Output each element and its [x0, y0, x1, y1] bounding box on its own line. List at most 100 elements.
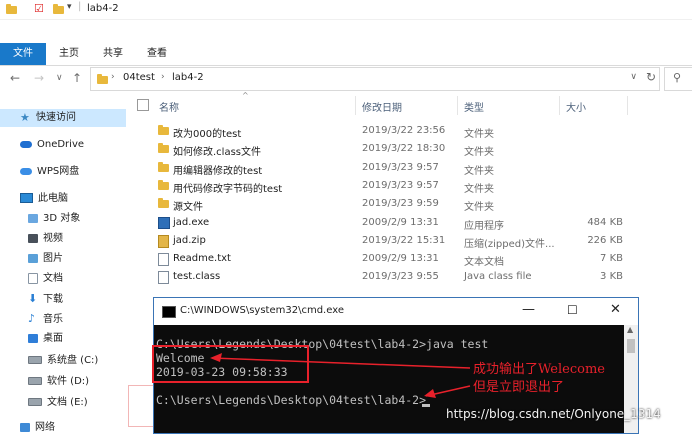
folder-icon — [158, 125, 169, 135]
file-type: Java class file — [464, 271, 532, 282]
cloud-icon — [20, 140, 32, 148]
file-size: 484 KB — [587, 217, 623, 228]
new-folder-icon[interactable] — [53, 4, 64, 14]
column-header-name[interactable]: 名称 — [159, 99, 179, 114]
scroll-up-icon[interactable]: ▲ — [627, 325, 633, 334]
file-name: 用代码修改字节码的test — [173, 184, 283, 195]
list-item[interactable]: jad.zip 2019/3/22 15:31 压缩(zipped)文件... … — [133, 232, 692, 251]
recent-locations-icon[interactable]: ∨ — [56, 73, 63, 83]
sidebar-item-desktop[interactable]: 桌面 — [28, 330, 63, 348]
folder-icon — [6, 4, 17, 14]
sidebar-item-quick-access[interactable]: ★ 快速访问 — [0, 109, 126, 127]
close-button[interactable]: ✕ — [610, 302, 621, 317]
search-icon[interactable]: ⚲ — [673, 71, 681, 84]
sidebar-item-this-pc[interactable]: 此电脑 — [20, 190, 68, 208]
back-icon[interactable]: ← — [10, 71, 20, 85]
minimize-button[interactable]: — — [522, 302, 535, 317]
maximize-button[interactable]: ☐ — [567, 303, 578, 317]
column-header-date[interactable]: 修改日期 — [362, 99, 402, 114]
list-item[interactable]: 用编辑器修改的test 2019/3/23 9:57 文件夹 — [133, 159, 692, 178]
sidebar-item-documents[interactable]: 文档 — [28, 270, 63, 288]
chevron-right-icon[interactable]: › — [161, 72, 165, 82]
file-date: 2009/2/9 13:31 — [362, 217, 439, 228]
file-size: 3 KB — [600, 271, 623, 282]
file-type: 文件夹 — [464, 129, 494, 140]
sidebar-item-video[interactable]: 视频 — [28, 230, 63, 248]
list-item[interactable]: test.class 2019/3/23 9:55 Java class fil… — [133, 268, 692, 287]
title-bar: ☑ ▾ | lab4-2 — [0, 0, 692, 20]
sidebar-item-wps[interactable]: WPS网盘 — [20, 163, 79, 181]
cmd-icon — [162, 306, 176, 318]
ribbon-tabs: 文件 主页 共享 查看 — [0, 43, 692, 66]
column-header-size[interactable]: 大小 — [566, 99, 586, 114]
search-box[interactable]: ⚲ — [664, 67, 692, 91]
up-icon[interactable]: ↑ — [72, 71, 82, 85]
file-name: Readme.txt — [173, 253, 231, 264]
zip-icon — [158, 235, 169, 248]
address-dropdown-icon[interactable]: ∨ — [630, 72, 637, 82]
list-item[interactable]: 如何修改.class文件 2019/3/22 18:30 文件夹 — [133, 140, 692, 159]
address-bar[interactable]: › 04test › lab4-2 ∨ ↻ — [90, 67, 660, 91]
download-icon: ⬇ — [28, 292, 38, 305]
sidebar-item-3d-objects[interactable]: 3D 对象 — [28, 210, 80, 228]
column-separator[interactable] — [355, 96, 356, 115]
tab-home[interactable]: 主页 — [52, 43, 86, 65]
chevron-right-icon[interactable]: › — [111, 72, 115, 82]
cmd-title: C:\WINDOWS\system32\cmd.exe — [180, 305, 344, 316]
list-item[interactable]: 用代码修改字节码的test 2019/3/23 9:57 文件夹 — [133, 177, 692, 196]
drive-icon — [28, 356, 42, 364]
annotation-exit: 但是立即退出了 — [473, 380, 565, 395]
list-item[interactable]: jad.exe 2009/2/9 13:31 应用程序 484 KB — [133, 214, 692, 233]
file-date: 2019/3/23 9:57 — [362, 180, 439, 191]
computer-icon — [20, 193, 33, 203]
column-separator[interactable] — [457, 96, 458, 115]
file-name: 改为000的test — [173, 129, 242, 140]
title-separator: | — [78, 1, 82, 12]
forward-icon[interactable]: → — [34, 71, 44, 85]
refresh-icon[interactable]: ↻ — [646, 70, 656, 84]
breadcrumb-lab4-2[interactable]: lab4-2 — [172, 72, 204, 83]
tab-view[interactable]: 查看 — [140, 43, 174, 65]
select-all-checkbox[interactable] — [137, 99, 149, 111]
file-date: 2019/3/23 9:55 — [362, 271, 439, 282]
list-item[interactable]: 源文件 2019/3/23 9:59 文件夹 — [133, 195, 692, 214]
sidebar-item-drive-e[interactable]: 文档 (E:) — [28, 394, 88, 412]
scrollbar-thumb[interactable] — [627, 339, 635, 353]
folder-icon — [97, 74, 108, 84]
exe-icon — [158, 217, 170, 229]
sidebar-item-drive-c[interactable]: 系统盘 (C:) — [28, 352, 98, 370]
documents-icon — [28, 272, 38, 284]
navigation-pane: ★ 快速访问 OneDrive WPS网盘 此电脑 3D 对象 视频 图片 文档 … — [0, 92, 128, 434]
sidebar-item-drive-d[interactable]: 软件 (D:) — [28, 373, 89, 391]
sidebar-item-music[interactable]: ♪ 音乐 — [28, 310, 63, 328]
column-separator[interactable] — [627, 96, 628, 115]
sort-up-icon: ^ — [242, 91, 249, 100]
file-type: 文件夹 — [464, 184, 494, 195]
file-type: 文件夹 — [464, 166, 494, 177]
annotation-arrows — [210, 353, 471, 398]
quick-access-dropdown-icon[interactable]: ▾ — [67, 2, 72, 12]
sidebar-item-pictures[interactable]: 图片 — [28, 250, 63, 268]
file-name: jad.zip — [173, 235, 206, 246]
file-size: 226 KB — [587, 235, 623, 246]
pictures-icon — [28, 253, 38, 263]
sidebar-item-downloads[interactable]: ⬇ 下载 — [28, 290, 63, 308]
tab-share[interactable]: 共享 — [96, 43, 130, 65]
watermark: https://blog.csdn.net/Onlyone_1314 — [446, 407, 661, 421]
file-date: 2019/3/23 9:57 — [362, 162, 439, 173]
breadcrumb-04test[interactable]: 04test — [123, 72, 155, 83]
file-icon — [158, 271, 169, 284]
list-item[interactable]: 改为000的test 2019/3/22 23:56 文件夹 — [133, 122, 692, 141]
3d-objects-icon — [28, 213, 38, 223]
tab-file[interactable]: 文件 — [0, 43, 46, 65]
sidebar-item-onedrive[interactable]: OneDrive — [20, 136, 84, 154]
drive-icon — [28, 377, 42, 385]
properties-icon[interactable]: ☑ — [34, 2, 44, 15]
file-name: 用编辑器修改的test — [173, 166, 263, 177]
file-type: 文件夹 — [464, 147, 494, 158]
cmd-title-bar[interactable]: C:\WINDOWS\system32\cmd.exe — ☐ ✕ — [154, 298, 638, 325]
column-separator[interactable] — [559, 96, 560, 115]
sidebar-item-network[interactable]: 网络 — [20, 419, 55, 437]
column-header-type[interactable]: 类型 — [464, 99, 484, 114]
list-item[interactable]: Readme.txt 2009/2/9 13:31 文本文档 7 KB — [133, 250, 692, 269]
